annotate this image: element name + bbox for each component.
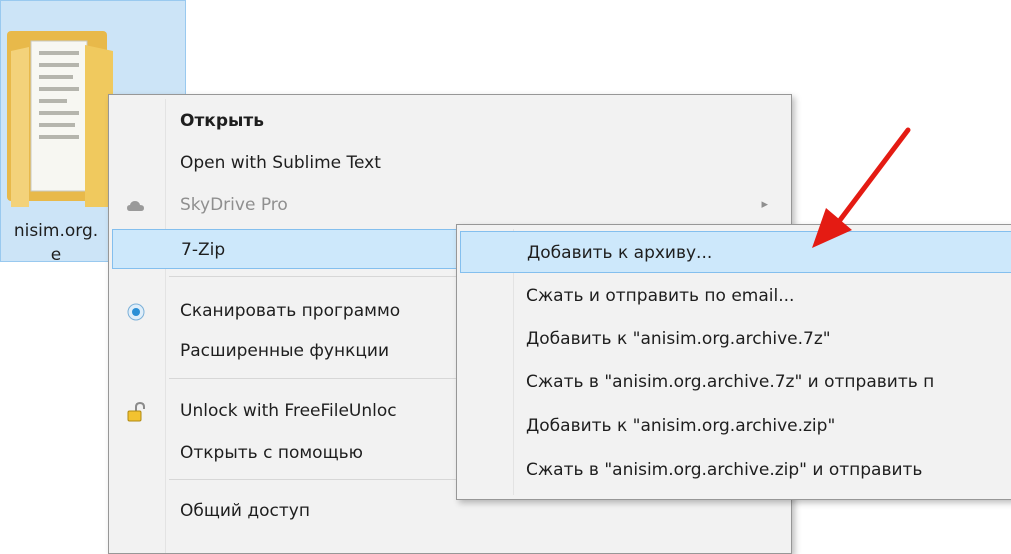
folder-name: nisim.org. e <box>13 221 99 265</box>
menu-item-open[interactable]: Открыть <box>112 101 788 141</box>
unlock-icon <box>127 402 145 422</box>
submenu-item-compress-zip-and-email[interactable]: Сжать в "anisim.org.archive.zip" и отпра… <box>460 449 1011 491</box>
menu-item-open-with-sublime[interactable]: Open with Sublime Text <box>112 143 788 183</box>
submenu-item-add-to-archive[interactable]: Добавить к архиву... <box>460 231 1011 273</box>
red-annotation-arrow-icon <box>812 127 911 248</box>
7zip-submenu: Добавить к архиву... Сжать и отправить п… <box>456 224 1011 500</box>
scan-icon <box>127 303 145 321</box>
cloud-icon <box>127 201 144 211</box>
menu-item-skydrive-pro[interactable]: SkyDrive Pro ▸ <box>112 185 788 225</box>
submenu-arrow-icon: ▸ <box>761 197 768 212</box>
folder-icon <box>7 31 113 207</box>
submenu-item-add-to-7z[interactable]: Добавить к "anisim.org.archive.7z" <box>460 318 1011 360</box>
submenu-item-compress-and-email[interactable]: Сжать и отправить по email... <box>460 275 1011 317</box>
submenu-item-add-to-zip[interactable]: Добавить к "anisim.org.archive.zip" <box>460 405 1011 447</box>
submenu-item-compress-7z-and-email[interactable]: Сжать в "anisim.org.archive.7z" и отправ… <box>460 361 1011 403</box>
